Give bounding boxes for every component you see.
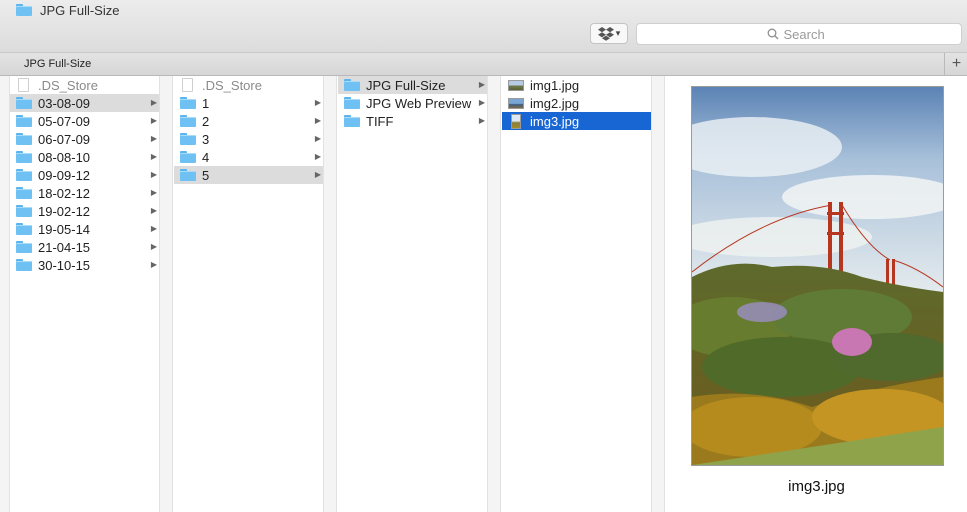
disclosure-arrow-icon: ▶ xyxy=(314,134,321,143)
dropbox-icon xyxy=(597,26,614,41)
folder-icon xyxy=(16,151,32,163)
disclosure-arrow-icon: ▶ xyxy=(314,170,321,179)
folder-icon xyxy=(16,259,32,271)
disclosure-arrow-icon: ▶ xyxy=(150,152,157,161)
tab-label: JPG Full-Size xyxy=(24,58,92,70)
column-divider[interactable] xyxy=(159,76,173,512)
folder-icon xyxy=(180,97,196,109)
disclosure-arrow-icon: ▶ xyxy=(150,116,157,125)
list-item-folder[interactable]: 1 ▶ xyxy=(174,94,323,112)
list-item-folder[interactable]: 4 ▶ xyxy=(174,148,323,166)
list-item-folder[interactable]: 3 ▶ xyxy=(174,130,323,148)
list-item-folder[interactable]: 05-07-09 ▶ xyxy=(10,112,159,130)
preview-filename: img3.jpg xyxy=(788,478,845,495)
disclosure-arrow-icon: ▶ xyxy=(478,80,485,89)
preview-pane: img3.jpg xyxy=(666,76,967,512)
folder-icon xyxy=(344,79,360,91)
preview-image xyxy=(691,86,944,466)
folder-icon xyxy=(180,169,196,181)
folder-icon xyxy=(344,97,360,109)
tab-jpg-full-size[interactable]: JPG Full-Size xyxy=(0,53,943,75)
list-item-folder[interactable]: 2 ▶ xyxy=(174,112,323,130)
folder-icon xyxy=(180,133,196,145)
folder-icon xyxy=(16,223,32,235)
list-item-folder[interactable]: JPG Full-Size ▶ xyxy=(338,76,487,94)
list-item-file[interactable]: img2.jpg xyxy=(502,94,651,112)
list-item-folder[interactable]: 06-07-09 ▶ xyxy=(10,130,159,148)
disclosure-arrow-icon: ▶ xyxy=(150,206,157,215)
chevron-down-icon: ▾ xyxy=(615,28,621,38)
disclosure-arrow-icon: ▶ xyxy=(314,152,321,161)
disclosure-arrow-icon: ▶ xyxy=(150,242,157,251)
plus-icon: + xyxy=(951,55,962,72)
add-tab-button[interactable]: + xyxy=(944,53,967,75)
document-icon xyxy=(18,78,29,92)
list-item-folder[interactable]: 30-10-15 ▶ xyxy=(10,256,159,274)
disclosure-arrow-icon: ▶ xyxy=(314,98,321,107)
folder-icon xyxy=(16,115,32,127)
disclosure-arrow-icon: ▶ xyxy=(150,224,157,233)
folder-icon xyxy=(180,115,196,127)
window-title: JPG Full-Size xyxy=(16,1,119,19)
dropbox-button[interactable]: ▾ xyxy=(590,23,628,44)
folder-icon xyxy=(180,151,196,163)
column-divider[interactable] xyxy=(323,76,337,512)
disclosure-arrow-icon: ▶ xyxy=(150,98,157,107)
disclosure-arrow-icon: ▶ xyxy=(150,188,157,197)
list-item-folder[interactable]: 21-04-15 ▶ xyxy=(10,238,159,256)
search-input[interactable] xyxy=(783,26,832,42)
search-icon xyxy=(767,28,778,40)
column-divider[interactable] xyxy=(651,76,665,512)
search-field[interactable] xyxy=(636,23,962,45)
list-item-folder[interactable]: 18-02-12 ▶ xyxy=(10,184,159,202)
list-item-folder[interactable]: 19-02-12 ▶ xyxy=(10,202,159,220)
list-item-ds-store[interactable]: .DS_Store xyxy=(10,76,159,94)
folder-icon xyxy=(16,97,32,109)
list-item-folder[interactable]: 08-08-10 ▶ xyxy=(10,148,159,166)
folder-icon xyxy=(16,187,32,199)
tab-bar: JPG Full-Size + xyxy=(0,53,967,76)
disclosure-arrow-icon: ▶ xyxy=(314,116,321,125)
window-title-text: JPG Full-Size xyxy=(40,2,120,18)
title-bar: JPG Full-Size ▾ xyxy=(0,0,967,53)
column-1: .DS_Store 03-08-09 ▶ 05-07-09 ▶ 06-07-09… xyxy=(10,76,159,512)
image-thumbnail-icon xyxy=(511,113,521,129)
list-item-folder[interactable]: 19-05-14 ▶ xyxy=(10,220,159,238)
column-4: img1.jpg img2.jpg img3.jpg xyxy=(502,76,651,512)
column-3: JPG Full-Size ▶ JPG Web Preview ▶ TIFF ▶ xyxy=(338,76,487,512)
image-thumbnail-icon xyxy=(508,79,524,91)
folder-icon xyxy=(16,241,32,253)
list-item-folder[interactable]: 5 ▶ xyxy=(174,166,323,184)
folder-icon xyxy=(16,205,32,217)
folder-icon xyxy=(16,133,32,145)
folder-icon xyxy=(344,115,360,127)
folder-icon xyxy=(16,169,32,181)
disclosure-arrow-icon: ▶ xyxy=(150,134,157,143)
column-divider[interactable] xyxy=(487,76,501,512)
disclosure-arrow-icon: ▶ xyxy=(478,116,485,125)
disclosure-arrow-icon: ▶ xyxy=(150,170,157,179)
image-thumbnail-icon xyxy=(508,97,524,109)
folder-icon xyxy=(16,4,32,16)
list-item-ds-store[interactable]: .DS_Store xyxy=(174,76,323,94)
list-item-folder[interactable]: 09-09-12 ▶ xyxy=(10,166,159,184)
document-icon xyxy=(182,78,193,92)
list-item-file-selected[interactable]: img3.jpg xyxy=(502,112,651,130)
list-item-folder[interactable]: 03-08-09 ▶ xyxy=(10,94,159,112)
list-item-folder[interactable]: TIFF ▶ xyxy=(338,112,487,130)
column-divider[interactable] xyxy=(0,76,10,512)
list-item-file[interactable]: img1.jpg xyxy=(502,76,651,94)
list-item-folder[interactable]: JPG Web Preview ▶ xyxy=(338,94,487,112)
disclosure-arrow-icon: ▶ xyxy=(478,98,485,107)
column-2: .DS_Store 1 ▶ 2 ▶ 3 ▶ 4 ▶ 5 ▶ xyxy=(174,76,323,512)
disclosure-arrow-icon: ▶ xyxy=(150,260,157,269)
